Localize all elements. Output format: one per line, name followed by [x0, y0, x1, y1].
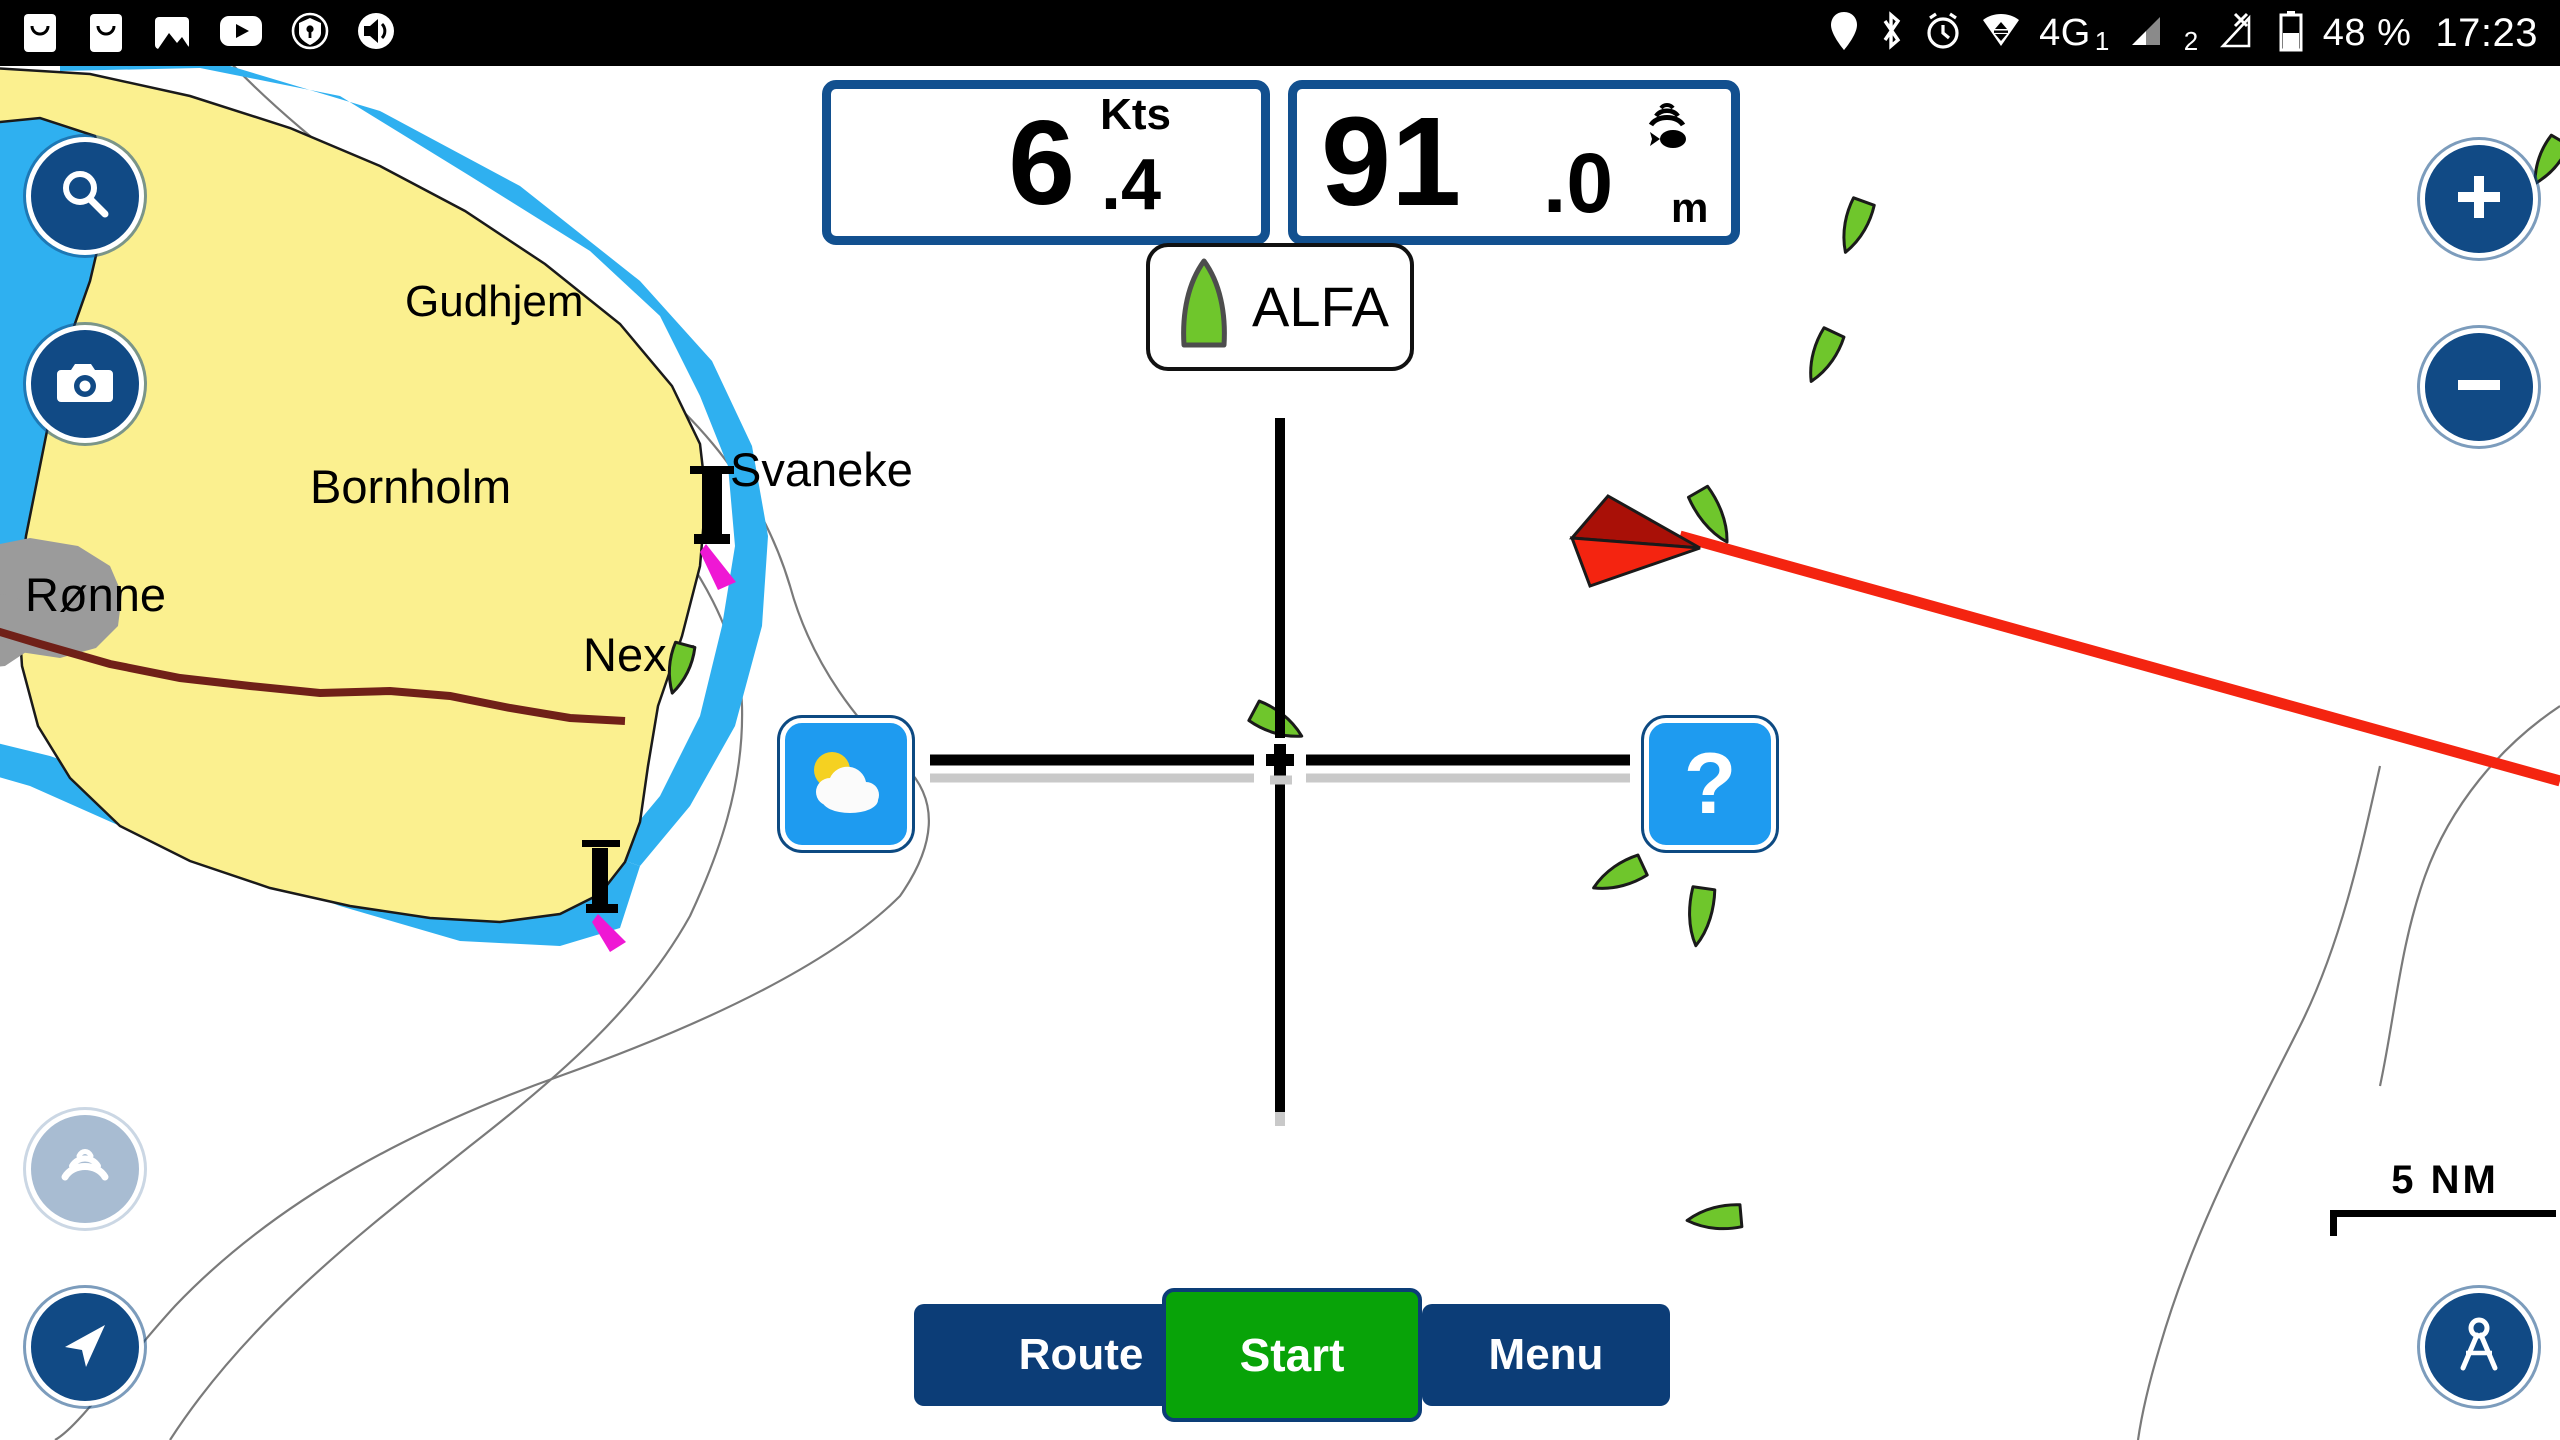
plus-icon — [2452, 170, 2506, 229]
battery-icon — [2277, 9, 2305, 58]
depth-gauge[interactable]: 91 .0 m — [1288, 80, 1740, 245]
bluetooth-icon — [1877, 10, 1905, 57]
sim2-index-label: 2 — [2183, 25, 2199, 56]
sun-cloud-icon — [800, 742, 892, 827]
svg-text:Svaneke: Svaneke — [730, 443, 913, 496]
green-vessel-icon — [1176, 257, 1232, 358]
start-button[interactable]: Start — [1162, 1288, 1422, 1422]
camera-icon — [55, 356, 115, 413]
sonar-waves-icon — [55, 1141, 115, 1198]
search-icon — [56, 165, 114, 228]
navigation-arrow-icon — [57, 1317, 113, 1378]
volume-speaker-icon — [356, 11, 398, 56]
svg-text:Gudhjem: Gudhjem — [405, 277, 584, 326]
signal-bars-sim1-icon — [2128, 11, 2166, 56]
search-button[interactable] — [26, 137, 144, 255]
depth-unit-label: m — [1671, 184, 1709, 231]
measure-distance-button[interactable] — [2420, 1288, 2538, 1406]
scale-distance-label: 5 NM — [2391, 1158, 2499, 1202]
sonar-toggle-button[interactable] — [26, 1110, 144, 1228]
vessel-callout-alfa[interactable]: ALFA — [1146, 243, 1414, 371]
speed-gauge[interactable]: Kts 6 .4 — [822, 80, 1270, 245]
app-shopping-bag-icon-2 — [86, 10, 126, 57]
speed-unit-label: Kts — [1100, 90, 1171, 139]
zoom-out-button[interactable] — [2420, 328, 2538, 446]
minus-icon — [2452, 358, 2506, 417]
status-bar-notifications — [0, 10, 398, 57]
alarm-clock-icon — [1923, 10, 1963, 57]
sonar-fish-icon — [1637, 97, 1699, 164]
svg-text:Rønne: Rønne — [25, 568, 166, 621]
sim1-index-label: 1 — [2094, 25, 2110, 56]
app-shopping-bag-icon — [20, 10, 60, 57]
dividers-compass-icon — [2451, 1316, 2507, 1379]
android-status-bar: 4G 1 2 48 % 17:23 — [0, 0, 2560, 66]
zoom-in-button[interactable] — [2420, 140, 2538, 258]
security-shield-key-icon — [290, 11, 330, 56]
center-on-position-button[interactable] — [26, 1288, 144, 1406]
gallery-photos-icon — [152, 11, 192, 56]
vessel-name-label: ALFA — [1252, 275, 1389, 338]
network-type-label: 4G — [2039, 12, 2091, 54]
menu-button[interactable]: Menu — [1422, 1304, 1670, 1406]
youtube-play-icon — [218, 13, 264, 54]
location-pin-icon — [1829, 10, 1859, 57]
speed-value-fraction: .4 — [1100, 145, 1161, 225]
depth-value: 91 — [1321, 91, 1462, 232]
app-screen: Gudhjem Bornholm Rønne Svaneke Nexø 4G 1… — [0, 0, 2560, 1440]
question-mark-icon: ? — [1683, 736, 1737, 832]
speed-value: 6 — [1008, 96, 1075, 230]
svg-text:Bornholm: Bornholm — [310, 460, 511, 513]
weather-button[interactable] — [780, 718, 912, 850]
help-button[interactable]: ? — [1644, 718, 1776, 850]
camera-button[interactable] — [26, 325, 144, 443]
status-bar-system-icons: 4G 1 2 48 % 17:23 — [1829, 9, 2560, 58]
signal-no-service-sim2-icon — [2217, 10, 2259, 57]
scale-rule-graphic — [2330, 1210, 2556, 1236]
wifi-data-transfer-icon — [1981, 10, 2021, 57]
battery-percent-label: 48 % — [2322, 12, 2412, 54]
depth-value-fraction: .0 — [1543, 136, 1614, 230]
chart-scale-bar: 5 NM — [2330, 1160, 2556, 1236]
clock-label: 17:23 — [2435, 11, 2538, 55]
